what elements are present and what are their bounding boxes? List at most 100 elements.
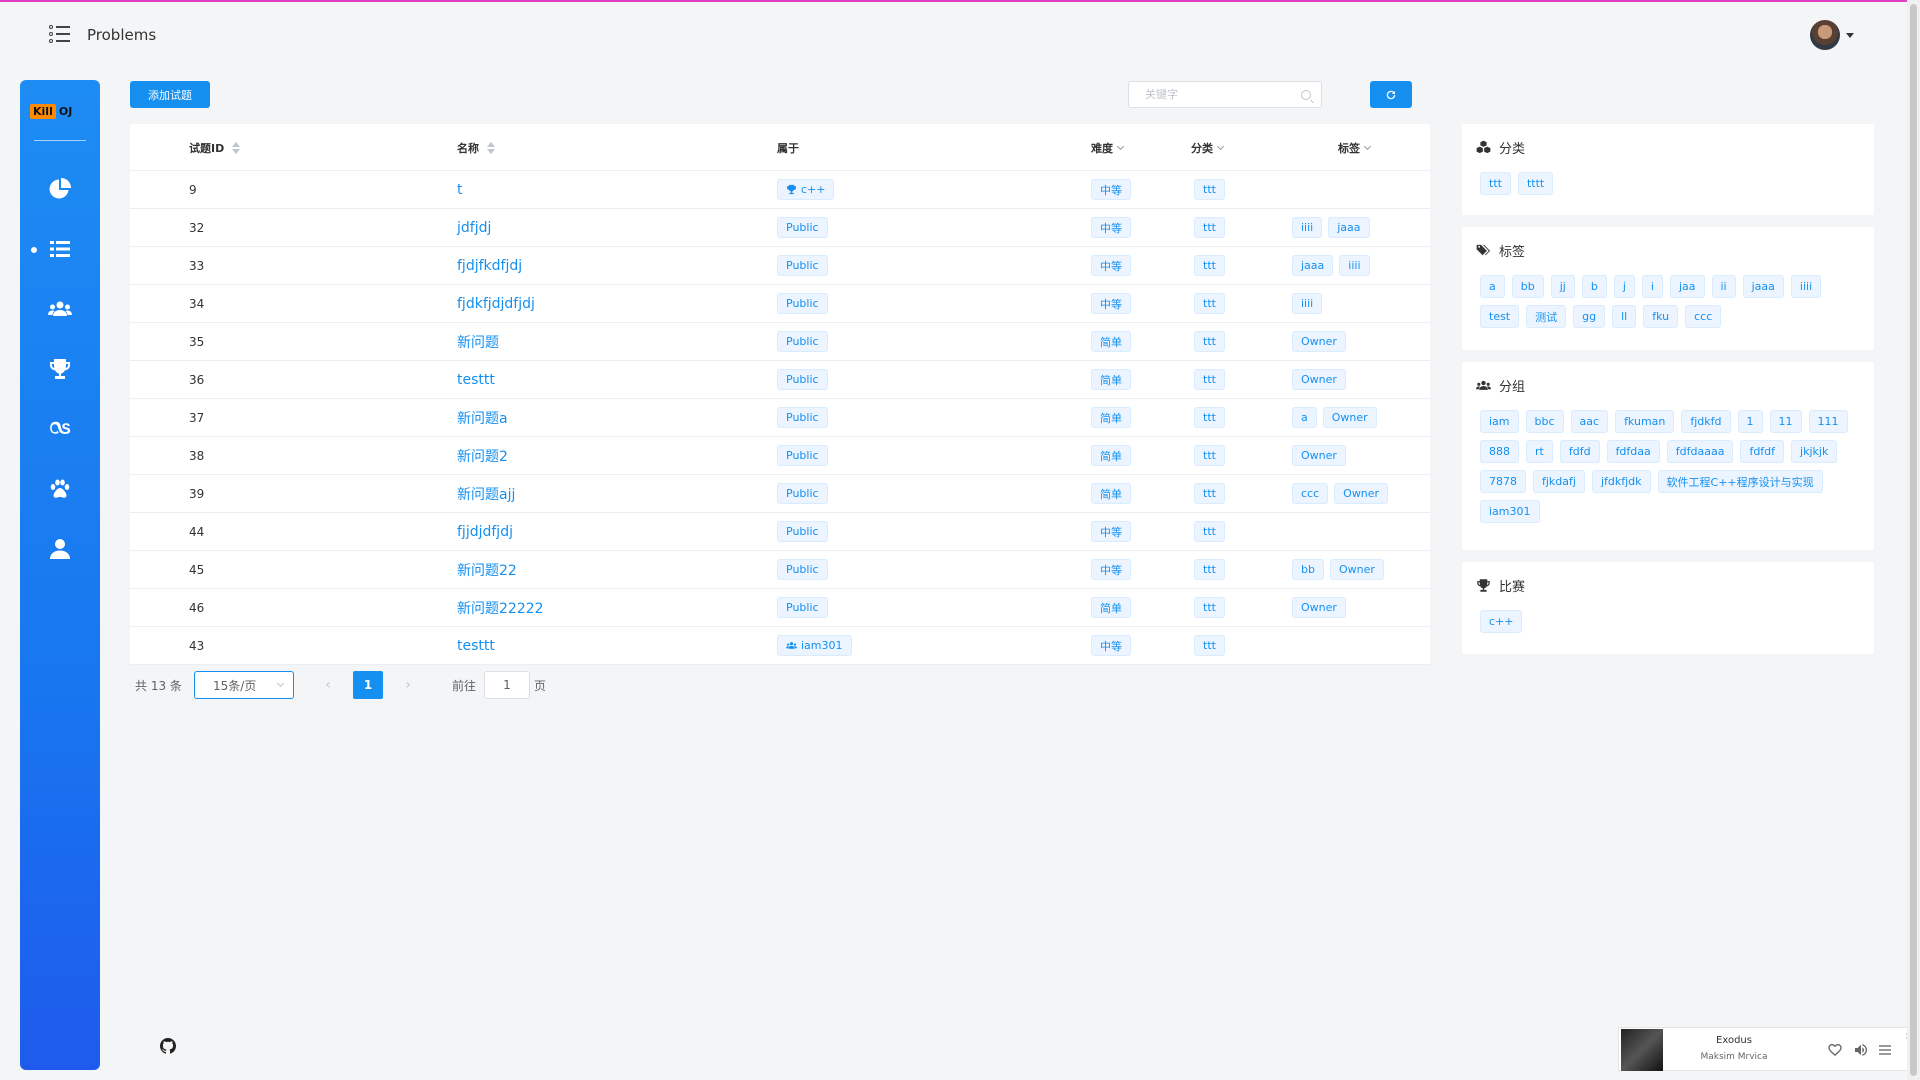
filter-tag-groups[interactable]: fjkdafj	[1533, 470, 1585, 493]
nav-profile[interactable]	[20, 529, 100, 569]
problem-tag[interactable]: Owner	[1334, 483, 1389, 504]
filter-tag-category[interactable]: tttt	[1517, 172, 1554, 195]
filter-tag-groups[interactable]: 888	[1480, 440, 1519, 463]
filter-tag-tags[interactable]: bb	[1511, 275, 1544, 298]
problem-tag[interactable]: Owner	[1292, 597, 1346, 618]
category-tag[interactable]: ttt	[1194, 407, 1225, 428]
problem-tag[interactable]: iiii	[1292, 293, 1323, 314]
page-number-current[interactable]: 1	[353, 671, 383, 699]
belong-tag[interactable]: Public	[777, 369, 828, 390]
filter-tag-groups[interactable]: bbc	[1525, 410, 1564, 433]
filter-icon[interactable]	[1363, 142, 1372, 151]
category-tag[interactable]: ttt	[1194, 217, 1225, 238]
category-tag[interactable]: ttt	[1194, 179, 1225, 200]
belong-tag[interactable]: c++	[777, 179, 835, 200]
filter-tag-tags[interactable]: b	[1581, 275, 1607, 298]
problem-name-link[interactable]: 新问题ajj	[457, 475, 515, 512]
belong-tag[interactable]: Public	[777, 483, 828, 504]
filter-tag-groups[interactable]: 7878	[1480, 470, 1526, 493]
filter-tag-groups[interactable]: rt	[1526, 440, 1553, 463]
problem-name-link[interactable]: fjdjfkdfjdj	[457, 247, 522, 284]
problem-name-link[interactable]: 新问题2	[457, 437, 508, 474]
problem-name-link[interactable]: t	[457, 171, 463, 208]
goto-page-input[interactable]	[484, 671, 530, 699]
category-tag[interactable]: ttt	[1194, 331, 1225, 352]
filter-tag-tags[interactable]: 测试	[1526, 305, 1567, 328]
playlist-button[interactable]	[1877, 1042, 1893, 1058]
col-header-difficulty[interactable]: 难度	[1091, 140, 1125, 156]
filter-tag-tags[interactable]: test	[1480, 305, 1520, 328]
col-header-name[interactable]: 名称	[457, 140, 495, 156]
filter-tag-groups[interactable]: fkuman	[1615, 410, 1675, 433]
filter-tag-groups[interactable]: fjdkfd	[1681, 410, 1731, 433]
avatar[interactable]	[1810, 20, 1840, 50]
problem-name-link[interactable]: 新问题22222	[457, 589, 544, 626]
filter-tag-tags[interactable]: a	[1480, 275, 1505, 298]
filter-icon[interactable]	[1116, 142, 1125, 151]
filter-tag-groups[interactable]: jfdkfjdk	[1591, 470, 1651, 493]
problem-tag[interactable]: bb	[1292, 559, 1324, 580]
filter-tag-groups[interactable]: fdfd	[1559, 440, 1600, 463]
problem-tag[interactable]: Owner	[1322, 407, 1377, 428]
filter-tag-tags[interactable]: fku	[1643, 305, 1679, 328]
album-cover[interactable]	[1621, 1029, 1663, 1071]
filter-tag-tags[interactable]: j	[1613, 275, 1635, 298]
page-size-select[interactable]: 15条/页	[194, 671, 294, 699]
belong-tag[interactable]: Public	[777, 331, 828, 352]
belong-tag[interactable]: Public	[777, 255, 828, 276]
filter-tag-groups[interactable]: iam301	[1480, 500, 1540, 523]
nav-groups[interactable]	[20, 289, 100, 329]
belong-tag[interactable]: Public	[777, 293, 828, 314]
category-tag[interactable]: ttt	[1194, 293, 1225, 314]
belong-tag[interactable]: iam301	[777, 635, 852, 656]
belong-tag[interactable]: Public	[777, 217, 828, 238]
problem-name-link[interactable]: 新问题	[457, 323, 499, 360]
filter-tag-tags[interactable]: ii	[1711, 275, 1736, 298]
category-tag[interactable]: ttt	[1194, 483, 1225, 504]
category-tag[interactable]: ttt	[1194, 559, 1225, 580]
col-header-tags[interactable]: 标签	[1338, 140, 1372, 156]
problem-tag[interactable]: iiii	[1292, 217, 1323, 238]
prev-page-button[interactable]: ‹	[316, 671, 340, 699]
problem-name-link[interactable]: 新问题a	[457, 399, 508, 436]
belong-tag[interactable]: Public	[777, 407, 828, 428]
col-header-id[interactable]: 试题ID	[189, 140, 241, 156]
category-tag[interactable]: ttt	[1194, 369, 1225, 390]
filter-tag-groups[interactable]: 1	[1737, 410, 1763, 433]
nav-contests[interactable]	[20, 349, 100, 389]
search-icon[interactable]	[1301, 90, 1311, 100]
filter-tag-tags[interactable]: ccc	[1685, 305, 1722, 328]
problem-tag[interactable]: jaaa	[1328, 217, 1370, 238]
problem-tag[interactable]: Owner	[1329, 559, 1384, 580]
problem-tag[interactable]: jaaa	[1292, 255, 1334, 276]
belong-tag[interactable]: Public	[777, 559, 828, 580]
filter-tag-tags[interactable]: gg	[1573, 305, 1606, 328]
category-tag[interactable]: ttt	[1194, 597, 1225, 618]
problem-tag[interactable]: Owner	[1292, 369, 1346, 390]
problem-tag[interactable]: iiii	[1339, 255, 1370, 276]
like-button[interactable]	[1827, 1042, 1843, 1058]
problem-tag[interactable]: Owner	[1292, 445, 1346, 466]
search-input[interactable]	[1129, 82, 1294, 107]
filter-tag-tags[interactable]: jaa	[1669, 275, 1705, 298]
problem-tag[interactable]: a	[1292, 407, 1317, 428]
problem-name-link[interactable]: testtt	[457, 627, 495, 664]
filter-tag-groups[interactable]: 111	[1808, 410, 1848, 433]
volume-button[interactable]	[1853, 1042, 1869, 1058]
category-tag[interactable]: ttt	[1194, 255, 1225, 276]
filter-tag-contests[interactable]: c++	[1480, 610, 1523, 633]
col-header-category[interactable]: 分类	[1191, 140, 1225, 156]
scrollbar-thumb[interactable]	[1910, 4, 1917, 1076]
filter-icon[interactable]	[1216, 142, 1225, 151]
user-menu[interactable]	[1810, 20, 1856, 52]
nav-paw[interactable]	[20, 469, 100, 509]
problem-name-link[interactable]: jdfjdj	[457, 209, 491, 246]
nav-problems[interactable]	[20, 229, 100, 269]
filter-tag-groups[interactable]: iam	[1480, 410, 1519, 433]
filter-tag-tags[interactable]: ll	[1612, 305, 1637, 328]
github-icon[interactable]	[160, 1038, 176, 1054]
nav-lastfm[interactable]	[20, 409, 100, 449]
problem-name-link[interactable]: fjdkfjdjdfjdj	[457, 285, 535, 322]
category-tag[interactable]: ttt	[1194, 521, 1225, 542]
problem-name-link[interactable]: fjjdjdfjdj	[457, 513, 513, 550]
